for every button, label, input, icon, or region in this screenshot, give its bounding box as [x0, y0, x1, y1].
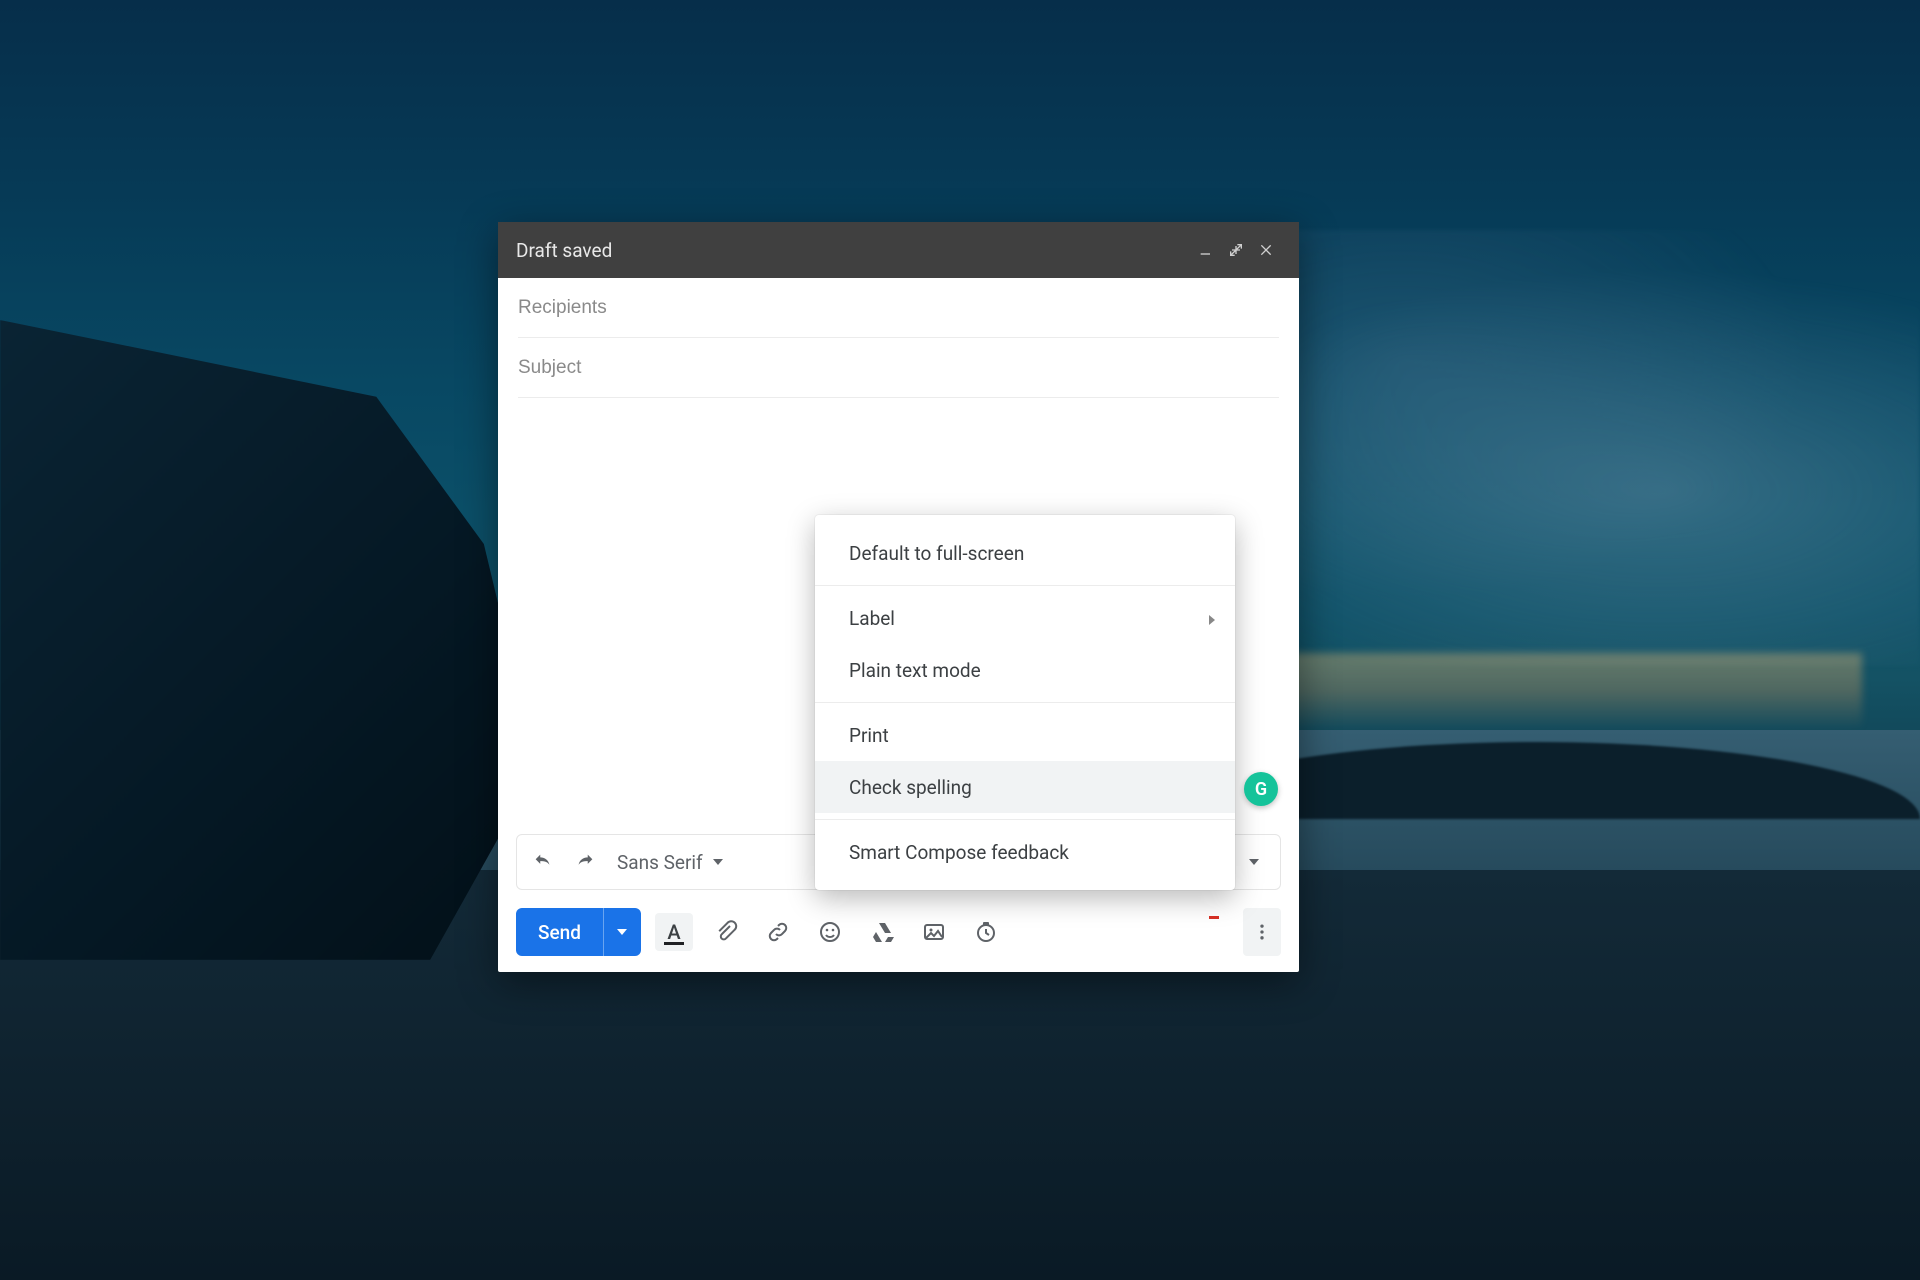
insert-emoji-button[interactable]: [811, 913, 849, 951]
text-format-button[interactable]: A: [655, 913, 693, 951]
recipients-row: [518, 278, 1279, 338]
close-button[interactable]: [1251, 235, 1281, 265]
image-icon: [922, 920, 946, 944]
menu-separator: [815, 585, 1235, 586]
menu-item-label: Plain text mode: [849, 659, 981, 682]
menu-item-smart-compose-feedback[interactable]: Smart Compose feedback: [815, 826, 1235, 878]
chevron-right-icon: [1209, 607, 1215, 630]
menu-item-label: Smart Compose feedback: [849, 841, 1069, 864]
redo-button[interactable]: [569, 846, 601, 878]
link-icon: [766, 920, 790, 944]
chevron-down-icon: [713, 859, 723, 865]
more-options-menu: Default to full-screen Label Plain text …: [815, 515, 1235, 890]
more-options-button[interactable]: [1243, 908, 1281, 956]
paperclip-icon: [714, 920, 738, 944]
confidential-mode-button[interactable]: [967, 913, 1005, 951]
insert-link-button[interactable]: [759, 913, 797, 951]
font-family-select[interactable]: Sans Serif: [611, 851, 729, 874]
compose-title: Draft saved: [516, 239, 1191, 262]
compose-fields: [498, 278, 1299, 398]
menu-item-label: Check spelling: [849, 776, 972, 799]
drive-icon: [870, 920, 894, 944]
unsent-indicator-icon: [1209, 916, 1219, 920]
menu-item-plain-text[interactable]: Plain text mode: [815, 644, 1235, 696]
wallpaper-rocks-left: [0, 320, 538, 960]
menu-item-label: Default to full-screen: [849, 542, 1024, 565]
compose-titlebar: Draft saved: [498, 222, 1299, 278]
menu-separator: [815, 819, 1235, 820]
menu-item-check-spelling[interactable]: Check spelling: [815, 761, 1235, 813]
menu-item-print[interactable]: Print: [815, 709, 1235, 761]
close-icon: [1258, 242, 1274, 258]
minimize-button[interactable]: [1191, 235, 1221, 265]
menu-separator: [815, 702, 1235, 703]
attach-file-button[interactable]: [707, 913, 745, 951]
emoji-icon: [818, 920, 842, 944]
chevron-down-icon: [1249, 859, 1259, 865]
send-button-label: Send: [516, 908, 603, 956]
compose-action-row: Send A: [498, 902, 1299, 972]
send-options-button[interactable]: [603, 908, 641, 956]
grammarly-badge[interactable]: G: [1244, 772, 1278, 806]
format-more-button[interactable]: [1238, 846, 1270, 878]
undo-button[interactable]: [527, 846, 559, 878]
insert-drive-button[interactable]: [863, 913, 901, 951]
redo-icon: [574, 851, 596, 873]
grammarly-icon: G: [1255, 779, 1267, 800]
menu-item-label[interactable]: Label: [815, 592, 1235, 644]
minimize-icon: [1198, 242, 1214, 258]
menu-item-label: Print: [849, 724, 889, 747]
menu-item-default-fullscreen[interactable]: Default to full-screen: [815, 527, 1235, 579]
fullscreen-button[interactable]: [1221, 235, 1251, 265]
insert-photo-button[interactable]: [915, 913, 953, 951]
underline-bar-icon: [664, 942, 684, 945]
subject-row: [518, 338, 1279, 398]
send-button[interactable]: Send: [516, 908, 641, 956]
subject-input[interactable]: [518, 357, 1279, 379]
chevron-down-icon: [617, 929, 627, 935]
menu-item-label: Label: [849, 607, 895, 630]
lock-clock-icon: [974, 920, 998, 944]
font-family-label: Sans Serif: [617, 851, 703, 874]
expand-icon: [1228, 242, 1244, 258]
undo-icon: [532, 851, 554, 873]
kebab-icon: [1252, 922, 1272, 942]
recipients-input[interactable]: [518, 297, 1279, 319]
